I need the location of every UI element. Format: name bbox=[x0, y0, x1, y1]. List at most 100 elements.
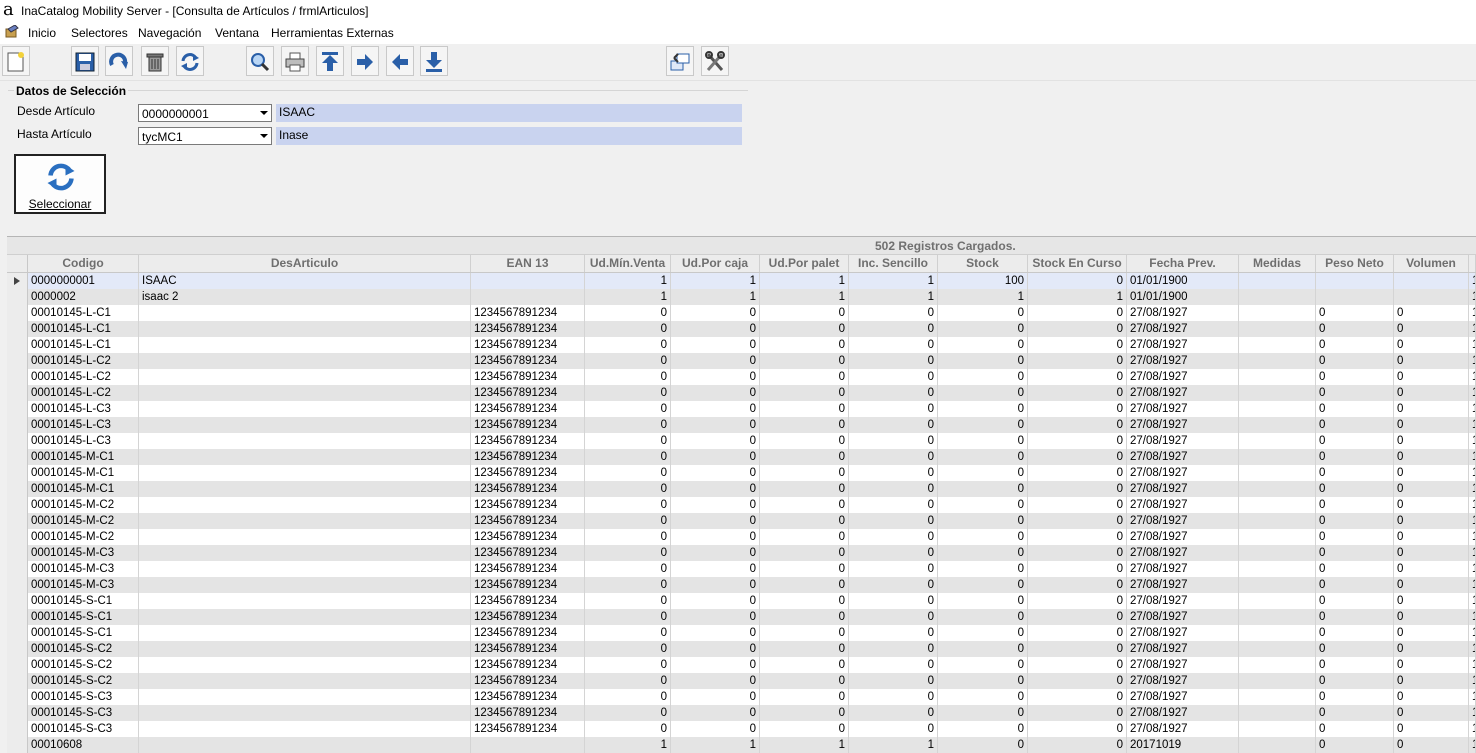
cell-ud-por-palet[interactable]: 0 bbox=[760, 465, 849, 481]
cell-peso-neto[interactable]: 0 bbox=[1316, 385, 1394, 401]
cell-volumen[interactable]: 0 bbox=[1394, 545, 1469, 561]
cell-ud-min-venta[interactable]: 0 bbox=[585, 401, 671, 417]
cell-ud-por-caja[interactable]: 0 bbox=[671, 417, 760, 433]
cell-desarticulo[interactable] bbox=[139, 705, 471, 721]
cell-fecha-prev[interactable]: 27/08/1927 bbox=[1127, 641, 1239, 657]
cell-inc-sencillo[interactable]: 0 bbox=[849, 465, 938, 481]
cell-stock[interactable]: 0 bbox=[938, 513, 1028, 529]
cell-ud-por-caja[interactable]: 0 bbox=[671, 401, 760, 417]
cell-ud-por-palet[interactable]: 0 bbox=[760, 417, 849, 433]
cell-fecha-prev[interactable]: 27/08/1927 bbox=[1127, 545, 1239, 561]
cell-stock[interactable]: 0 bbox=[938, 657, 1028, 673]
cell-stock[interactable]: 0 bbox=[938, 625, 1028, 641]
cell-extra[interactable]: 1 bbox=[1469, 337, 1476, 353]
cell-stock[interactable]: 0 bbox=[938, 561, 1028, 577]
chevron-down-icon[interactable] bbox=[256, 105, 271, 121]
menu-navegacion[interactable]: Navegación bbox=[138, 26, 201, 40]
cell-stock-en-curso[interactable]: 0 bbox=[1028, 689, 1127, 705]
cell-stock-en-curso[interactable]: 0 bbox=[1028, 625, 1127, 641]
cell-stock[interactable]: 1 bbox=[938, 289, 1028, 305]
cell-peso-neto[interactable]: 0 bbox=[1316, 689, 1394, 705]
cell-inc-sencillo[interactable]: 0 bbox=[849, 433, 938, 449]
cell-ud-min-venta[interactable]: 0 bbox=[585, 513, 671, 529]
cell-ud-min-venta[interactable]: 0 bbox=[585, 689, 671, 705]
cell-ud-por-palet[interactable]: 0 bbox=[760, 513, 849, 529]
cell-fecha-prev[interactable]: 27/08/1927 bbox=[1127, 529, 1239, 545]
cell-stock[interactable]: 0 bbox=[938, 305, 1028, 321]
cell-ud-por-palet[interactable]: 0 bbox=[760, 353, 849, 369]
cell-extra[interactable]: 1 bbox=[1469, 481, 1476, 497]
cell-stock-en-curso[interactable]: 0 bbox=[1028, 513, 1127, 529]
cell-stock-en-curso[interactable]: 0 bbox=[1028, 273, 1127, 289]
row-selector[interactable] bbox=[7, 449, 28, 465]
cell-ud-min-venta[interactable]: 0 bbox=[585, 625, 671, 641]
cell-fecha-prev[interactable]: 27/08/1927 bbox=[1127, 321, 1239, 337]
cell-extra[interactable]: 1 bbox=[1469, 353, 1476, 369]
cell-medidas[interactable] bbox=[1239, 273, 1316, 289]
cell-stock-en-curso[interactable]: 0 bbox=[1028, 433, 1127, 449]
column-header-ud-por-palet[interactable]: Ud.Por palet bbox=[760, 255, 849, 272]
cell-stock-en-curso[interactable]: 0 bbox=[1028, 465, 1127, 481]
cell-extra[interactable]: 1 bbox=[1469, 417, 1476, 433]
cell-peso-neto[interactable]: 0 bbox=[1316, 305, 1394, 321]
row-selector[interactable] bbox=[7, 369, 28, 385]
cell-ud-min-venta[interactable]: 0 bbox=[585, 545, 671, 561]
cell-desarticulo[interactable] bbox=[139, 353, 471, 369]
cell-peso-neto[interactable]: 0 bbox=[1316, 417, 1394, 433]
cell-ud-min-venta[interactable]: 0 bbox=[585, 609, 671, 625]
menu-inicio[interactable]: Inicio bbox=[28, 26, 56, 40]
cell-codigo[interactable]: 00010145-L-C3 bbox=[28, 433, 139, 449]
cell-extra[interactable]: 1 bbox=[1469, 289, 1476, 305]
cell-medidas[interactable] bbox=[1239, 417, 1316, 433]
cell-stock-en-curso[interactable]: 0 bbox=[1028, 305, 1127, 321]
cell-desarticulo[interactable] bbox=[139, 561, 471, 577]
cell-volumen[interactable]: 0 bbox=[1394, 401, 1469, 417]
cell-desarticulo[interactable] bbox=[139, 417, 471, 433]
cell-stock-en-curso[interactable]: 0 bbox=[1028, 369, 1127, 385]
cell-ud-por-caja[interactable]: 1 bbox=[671, 289, 760, 305]
cell-ean13[interactable]: 1234567891234 bbox=[471, 417, 585, 433]
cell-ud-por-palet[interactable]: 0 bbox=[760, 657, 849, 673]
cell-codigo[interactable]: 00010145-L-C2 bbox=[28, 369, 139, 385]
cell-medidas[interactable] bbox=[1239, 369, 1316, 385]
cell-ud-por-palet[interactable]: 0 bbox=[760, 641, 849, 657]
cell-extra[interactable]: 1 bbox=[1469, 689, 1476, 705]
cell-codigo[interactable]: 0000002 bbox=[28, 289, 139, 305]
cell-fecha-prev[interactable]: 01/01/1900 bbox=[1127, 273, 1239, 289]
column-header-ud-por-caja[interactable]: Ud.Por caja bbox=[671, 255, 760, 272]
column-header-inc-sencillo[interactable]: Inc. Sencillo bbox=[849, 255, 938, 272]
cell-stock-en-curso[interactable]: 0 bbox=[1028, 737, 1127, 753]
column-header-peso-neto[interactable]: Peso Neto bbox=[1316, 255, 1394, 272]
cell-ud-por-palet[interactable]: 0 bbox=[760, 561, 849, 577]
cell-ean13[interactable]: 1234567891234 bbox=[471, 401, 585, 417]
cell-stock-en-curso[interactable]: 0 bbox=[1028, 609, 1127, 625]
cell-medidas[interactable] bbox=[1239, 689, 1316, 705]
cell-ud-min-venta[interactable]: 0 bbox=[585, 641, 671, 657]
cell-ud-por-caja[interactable]: 1 bbox=[671, 737, 760, 753]
table-row[interactable]: 00010145-S-C2 1234567891234 0 0 0 0 0 0 27/08/19… bbox=[7, 657, 1476, 673]
table-row[interactable]: 00010145-M-C3 1234567891234 0 0 0 0 0 0 27/08/19… bbox=[7, 577, 1476, 593]
cell-stock[interactable]: 0 bbox=[938, 481, 1028, 497]
cell-medidas[interactable] bbox=[1239, 737, 1316, 753]
cell-ean13[interactable]: 1234567891234 bbox=[471, 657, 585, 673]
cell-fecha-prev[interactable]: 27/08/1927 bbox=[1127, 337, 1239, 353]
cell-ean13[interactable]: 1234567891234 bbox=[471, 353, 585, 369]
cell-ean13[interactable]: 1234567891234 bbox=[471, 593, 585, 609]
cell-stock[interactable]: 0 bbox=[938, 353, 1028, 369]
cell-extra[interactable]: 1 bbox=[1469, 577, 1476, 593]
table-row[interactable]: 00010145-S-C1 1234567891234 0 0 0 0 0 0 27/08/19… bbox=[7, 593, 1476, 609]
cell-fecha-prev[interactable]: 27/08/1927 bbox=[1127, 577, 1239, 593]
cell-ean13[interactable] bbox=[471, 273, 585, 289]
cell-volumen[interactable]: 0 bbox=[1394, 593, 1469, 609]
cell-inc-sencillo[interactable]: 1 bbox=[849, 273, 938, 289]
cell-ean13[interactable]: 1234567891234 bbox=[471, 305, 585, 321]
cell-inc-sencillo[interactable]: 0 bbox=[849, 561, 938, 577]
cell-extra[interactable]: 1 bbox=[1469, 657, 1476, 673]
table-row[interactable]: 00010145-S-C1 1234567891234 0 0 0 0 0 0 27/08/19… bbox=[7, 625, 1476, 641]
cell-codigo[interactable]: 00010145-M-C2 bbox=[28, 497, 139, 513]
cell-desarticulo[interactable] bbox=[139, 577, 471, 593]
cell-ud-min-venta[interactable]: 0 bbox=[585, 721, 671, 737]
table-row[interactable]: 00010145-M-C2 1234567891234 0 0 0 0 0 0 27/08/19… bbox=[7, 513, 1476, 529]
cell-peso-neto[interactable]: 0 bbox=[1316, 497, 1394, 513]
cell-inc-sencillo[interactable]: 0 bbox=[849, 321, 938, 337]
